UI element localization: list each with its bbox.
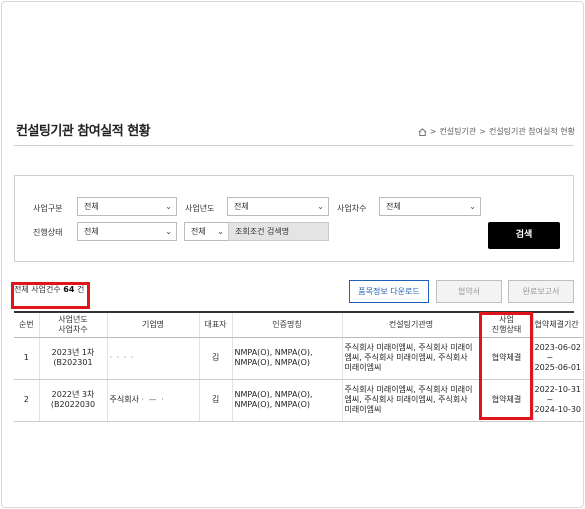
completion-report-button[interactable]: 완료보고서 — [508, 280, 574, 303]
progress-label: 진행상태 — [33, 228, 63, 237]
company-masked: · · · · — [109, 353, 135, 362]
business-year-value: 전체 — [234, 202, 249, 211]
condition-select[interactable]: 전체 ⌄ — [184, 222, 229, 241]
business-type-value: 전체 — [84, 202, 99, 211]
header-year: 사업년도 — [58, 314, 88, 324]
company-masked-extra: · — · — [141, 395, 165, 404]
status-column-highlight — [479, 312, 533, 420]
cell-period: 2023-06-02 ~ 2025-06-01 — [533, 337, 583, 380]
condition-value: 전체 — [191, 227, 206, 236]
header-cert: 인증명칭 — [232, 313, 343, 338]
download-items-button[interactable]: 품목정보 다운로드 — [349, 280, 429, 303]
home-icon[interactable] — [418, 127, 427, 136]
cell-company[interactable]: 주식회사 · — · — [107, 379, 200, 422]
period-start: 2023-06-02 — [534, 343, 582, 352]
cell-ceo: 김 — [199, 337, 233, 380]
title-divider — [14, 145, 574, 146]
period-end: 2024-10-30 — [534, 405, 582, 414]
business-round-select[interactable]: 전체 ⌄ — [379, 197, 481, 216]
cell-no: 2 — [14, 379, 40, 422]
header-year-round: 사업년도 사업차수 — [39, 313, 108, 338]
search-button[interactable]: 검색 — [488, 222, 560, 249]
cell-code: (B202301 — [53, 358, 93, 367]
cell-no: 1 — [14, 337, 40, 380]
chevron-down-icon: ⌄ — [469, 202, 476, 211]
cell-code: (B2022030 — [50, 400, 96, 409]
period-start: 2022-10-31 — [534, 385, 582, 394]
keyword-input[interactable]: 조회조건 검색명 — [228, 222, 329, 241]
breadcrumb-item-consultant[interactable]: 컨설팅기관 — [439, 126, 476, 137]
period-separator: ~ — [546, 395, 554, 404]
header-round: 사업차수 — [58, 324, 88, 334]
cell-period: 2022-10-31 ~ 2024-10-30 — [533, 379, 583, 422]
agreement-button[interactable]: 협약서 — [436, 280, 502, 303]
cell-year-round: 2022년 3차 (B2022030 — [39, 379, 108, 422]
chevron-down-icon: ⌄ — [165, 227, 172, 236]
progress-value: 전체 — [84, 227, 99, 236]
header-no: 순번 — [14, 313, 40, 338]
business-round-value: 전체 — [386, 202, 401, 211]
period-end: 2025-06-01 — [534, 363, 582, 372]
breadcrumb-separator: > — [479, 127, 486, 136]
period-separator: ~ — [546, 353, 554, 362]
page-title: 컨설팅기관 참여실적 현황 — [16, 124, 151, 139]
business-round-label: 사업차수 — [337, 204, 367, 213]
breadcrumb-separator: > — [429, 127, 437, 136]
search-panel: 사업구분 전체 ⌄ 사업년도 전체 ⌄ 사업차수 전체 ⌄ 진행상태 전체 ⌄ … — [14, 175, 574, 262]
business-type-label: 사업구분 — [33, 204, 63, 213]
keyword-placeholder: 조회조건 검색명 — [235, 227, 290, 236]
breadcrumb-item-current: 컨설팅기관 참여실적 현황 — [488, 127, 575, 136]
cell-cert: NMPA(O), NMPA(O), NMPA(O), NMPA(O) — [232, 379, 343, 422]
chevron-down-icon: ⌄ — [317, 202, 324, 211]
header-consultant: 컨설팅기관명 — [342, 313, 481, 338]
business-year-label: 사업년도 — [185, 204, 215, 213]
company-masked: 주식회사 — [109, 395, 139, 404]
cell-year-round-text: 2022년 3차 — [51, 390, 95, 399]
breadcrumb: > 컨설팅기관 > 컨설팅기관 참여실적 현황 — [418, 126, 575, 137]
header-company: 기업명 — [107, 313, 200, 338]
header-period: 협약체결기간 — [533, 313, 583, 338]
cell-year-round: 2023년 1차 (B202301 — [39, 337, 108, 380]
header-ceo: 대표자 — [199, 313, 233, 338]
cell-cert: NMPA(O), NMPA(O), NMPA(O), NMPA(O) — [232, 337, 343, 380]
total-count-highlight — [11, 282, 90, 309]
cell-consultant: 주식회사 미래이엠씨, 주식회사 미래이엠씨, 주식회사 미래이엠씨, 주식회사… — [342, 337, 481, 380]
chevron-down-icon: ⌄ — [217, 227, 224, 236]
cell-year-round-text: 2023년 1차 — [51, 348, 95, 357]
progress-select[interactable]: 전체 ⌄ — [77, 222, 177, 241]
cell-ceo: 김 — [199, 379, 233, 422]
business-type-select[interactable]: 전체 ⌄ — [77, 197, 177, 216]
cell-company[interactable]: · · · · — [107, 337, 200, 380]
cell-consultant: 주식회사 미래이엠씨, 주식회사 미래이엠씨, 주식회사 미래이엠씨, 주식회사… — [342, 379, 481, 422]
business-year-select[interactable]: 전체 ⌄ — [227, 197, 329, 216]
chevron-down-icon: ⌄ — [165, 202, 172, 211]
